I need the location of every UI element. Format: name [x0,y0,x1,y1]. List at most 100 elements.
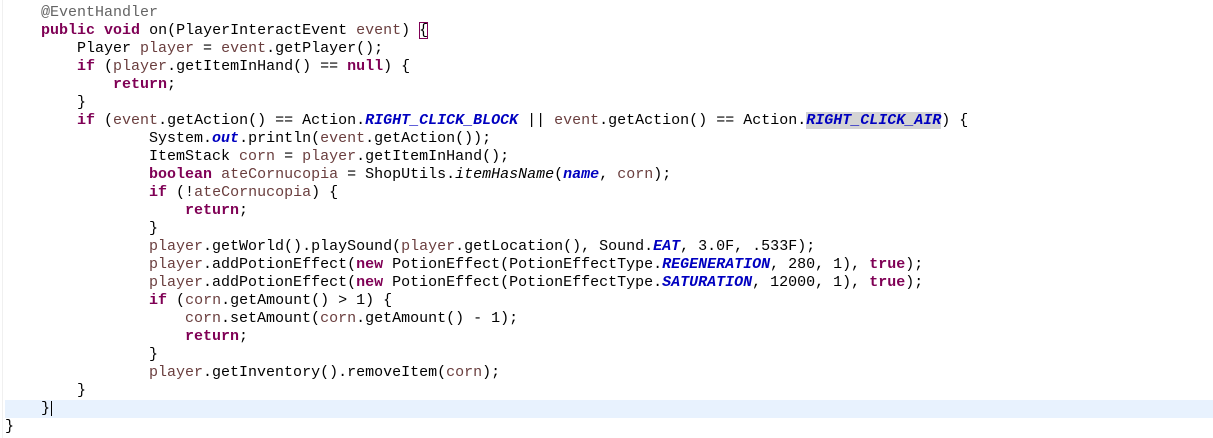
keyword: null [347,58,384,75]
code-line[interactable]: } [5,418,1213,436]
variable: event [113,112,159,129]
code-text: } [5,346,159,363]
code-line[interactable]: ItemStack corn = player.getItemInHand(); [5,148,1213,166]
code-line[interactable]: } [5,382,1213,400]
code-line[interactable]: } [5,94,1213,112]
code-text: ; [239,328,249,345]
code-text: ) { [311,184,339,201]
keyword: return [113,76,168,93]
variable: event [356,22,402,39]
text-cursor [51,400,53,416]
variable: player [401,238,456,255]
keyword: public [41,22,96,39]
code-text: , [599,166,618,183]
code-text: } [5,382,87,399]
code-line[interactable]: if (!ateCornucopia) { [5,184,1213,202]
code-text: PotionEffect(PotionEffectType. [383,274,663,291]
code-text: .getAction() == Action. [158,112,366,129]
code-text: .addPotionEffect( [203,256,357,273]
code-line[interactable]: player.getWorld().playSound(player.getLo… [5,238,1213,256]
variable: player [149,364,204,381]
code-line[interactable]: public void on(PlayerInteractEvent event… [5,22,1213,40]
variable: player [302,148,357,165]
code-line[interactable]: @EventHandler [5,4,1213,22]
code-text: , 3.0F, .533F); [680,238,816,255]
code-line[interactable]: System.out.println(event.getAction()); [5,130,1213,148]
keyword: new [356,274,384,291]
keyword: if [77,112,96,129]
code-line[interactable]: return; [5,202,1213,220]
selected-text: RIGHT_CLICK_AIR [806,112,942,129]
keyword: if [149,292,168,309]
code-line[interactable]: player.addPotionEffect(new PotionEffect(… [5,256,1213,274]
code-text: ( [95,112,114,129]
code-text: (! [167,184,195,201]
code-editor[interactable]: @EventHandler public void on(PlayerInter… [0,0,1213,438]
code-text: , 280, 1), [770,256,870,273]
code-text: ) [401,22,420,39]
code-text: ( [167,292,186,309]
keyword: return [185,202,240,219]
code-line[interactable]: } [5,400,1213,418]
variable: corn [185,310,222,327]
keyword: void [104,22,141,39]
code-line[interactable]: Player player = event.getPlayer(); [5,40,1213,58]
code-text: || [518,112,555,129]
code-text: ); [905,256,924,273]
code-text: .getLocation(), Sound. [455,238,654,255]
code-text: ; [239,202,249,219]
variable: player [140,40,195,57]
code-text: = ShopUtils. [338,166,456,183]
keyword: return [185,328,240,345]
code-line[interactable]: player.getInventory().removeItem(corn); [5,364,1213,382]
variable: player [149,274,204,291]
code-text: Player [5,40,141,57]
keyword: true [869,274,906,291]
variable: corn [320,310,357,327]
static-field: EAT [653,238,681,255]
editor-left-border [2,0,3,438]
code-text: PotionEffect(PotionEffectType. [383,256,663,273]
code-text: = [194,40,222,57]
annotation: @EventHandler [41,4,159,21]
code-line[interactable]: return; [5,76,1213,94]
code-text: = [275,148,303,165]
variable: player [113,58,168,75]
variable: player [149,238,204,255]
code-text: .getAction()); [365,130,492,147]
code-line[interactable]: } [5,220,1213,238]
code-text: ); [482,364,501,381]
code-text: .getItemInHand(); [356,148,510,165]
code-text: ( [554,166,564,183]
code-line[interactable]: if (event.getAction() == Action. RIGHT_CL… [5,112,1213,130]
static-field: name [563,166,600,183]
code-line[interactable]: } [5,346,1213,364]
code-line[interactable]: return; [5,328,1213,346]
variable: corn [185,292,222,309]
code-line[interactable]: player.addPotionEffect(new PotionEffect(… [5,274,1213,292]
keyword: boolean [149,166,213,183]
code-text: ( [95,58,114,75]
code-text: ); [905,274,924,291]
code-line[interactable]: if (player.getItemInHand() == null) { [5,58,1213,76]
code-line[interactable]: boolean ateCornucopia = ShopUtils.itemHa… [5,166,1213,184]
code-text: .println( [239,130,321,147]
code-line[interactable]: if (corn.getAmount() > 1) { [5,292,1213,310]
code-line[interactable]: corn.setAmount(corn.getAmount() - 1); [5,310,1213,328]
code-text: } [5,220,159,237]
code-text: } [5,418,15,435]
code-text: ); [653,166,672,183]
variable: ateCornucopia [221,166,339,183]
